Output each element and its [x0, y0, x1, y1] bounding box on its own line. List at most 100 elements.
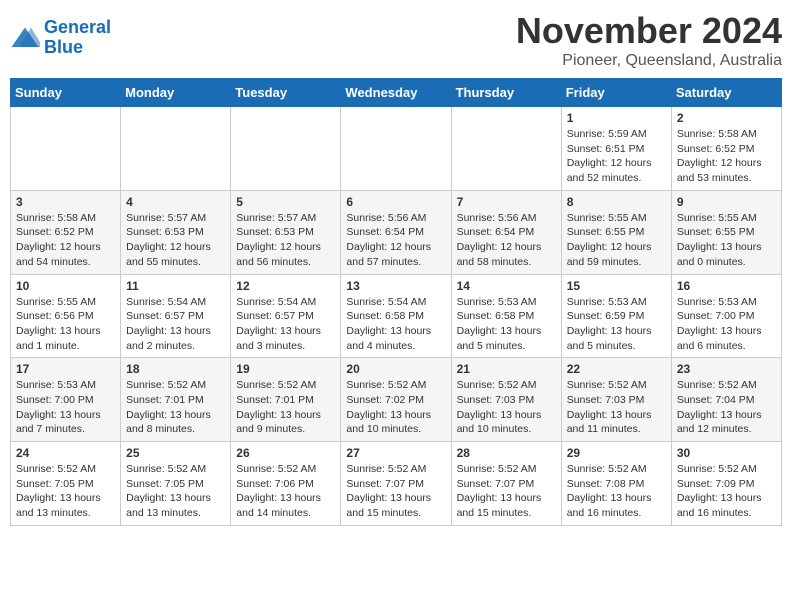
day-info: Sunrise: 5:54 AM Sunset: 6:57 PM Dayligh…	[126, 295, 225, 354]
day-number: 3	[16, 195, 115, 209]
weekday-header-sunday: Sunday	[11, 79, 121, 107]
day-number: 15	[567, 279, 666, 293]
day-info: Sunrise: 5:59 AM Sunset: 6:51 PM Dayligh…	[567, 127, 666, 186]
day-info: Sunrise: 5:52 AM Sunset: 7:05 PM Dayligh…	[126, 462, 225, 521]
calendar-cell: 16Sunrise: 5:53 AM Sunset: 7:00 PM Dayli…	[671, 274, 781, 358]
calendar-cell: 3Sunrise: 5:58 AM Sunset: 6:52 PM Daylig…	[11, 190, 121, 274]
day-number: 5	[236, 195, 335, 209]
page-header: General Blue November 2024 Pioneer, Quee…	[10, 10, 782, 70]
week-row-5: 24 Sunrise: 5:52 AM Sunset: 7:05 PM Dayli…	[11, 442, 782, 526]
calendar-cell: 6Sunrise: 5:56 AM Sunset: 6:54 PM Daylig…	[341, 190, 451, 274]
day-info: Sunrise: 5:55 AM Sunset: 6:55 PM Dayligh…	[567, 211, 666, 270]
day-number: 1	[567, 111, 666, 125]
logo-icon	[10, 26, 40, 50]
calendar-cell: 27 Sunrise: 5:52 AM Sunset: 7:07 PM Dayli…	[341, 442, 451, 526]
day-info: Sunrise: 5:53 AM Sunset: 6:58 PM Dayligh…	[457, 295, 556, 354]
day-info: Sunrise: 5:52 AM Sunset: 7:02 PM Dayligh…	[346, 378, 445, 437]
weekday-header-tuesday: Tuesday	[231, 79, 341, 107]
calendar-cell: 26 Sunrise: 5:52 AM Sunset: 7:06 PM Dayli…	[231, 442, 341, 526]
day-info: Sunrise: 5:55 AM Sunset: 6:55 PM Dayligh…	[677, 211, 776, 270]
day-number: 22	[567, 362, 666, 376]
day-number: 14	[457, 279, 556, 293]
day-info: Sunrise: 5:52 AM Sunset: 7:01 PM Dayligh…	[126, 378, 225, 437]
day-number: 24	[16, 446, 115, 460]
day-info: Sunrise: 5:52 AM Sunset: 7:03 PM Dayligh…	[567, 378, 666, 437]
day-info: Sunrise: 5:52 AM Sunset: 7:01 PM Dayligh…	[236, 378, 335, 437]
week-row-3: 10 Sunrise: 5:55 AM Sunset: 6:56 PM Dayli…	[11, 274, 782, 358]
day-info: Sunrise: 5:56 AM Sunset: 6:54 PM Dayligh…	[346, 211, 445, 270]
day-info: Sunrise: 5:54 AM Sunset: 6:57 PM Dayligh…	[236, 295, 335, 354]
calendar-table: SundayMondayTuesdayWednesdayThursdayFrid…	[10, 78, 782, 526]
day-info: Sunrise: 5:56 AM Sunset: 6:54 PM Dayligh…	[457, 211, 556, 270]
logo: General Blue	[10, 18, 111, 58]
day-info: Sunrise: 5:52 AM Sunset: 7:09 PM Dayligh…	[677, 462, 776, 521]
calendar-cell	[231, 107, 341, 191]
day-number: 18	[126, 362, 225, 376]
day-number: 11	[126, 279, 225, 293]
day-info: Sunrise: 5:52 AM Sunset: 7:07 PM Dayligh…	[457, 462, 556, 521]
day-number: 26	[236, 446, 335, 460]
calendar-cell: 28 Sunrise: 5:52 AM Sunset: 7:07 PM Dayli…	[451, 442, 561, 526]
day-number: 7	[457, 195, 556, 209]
calendar-cell: 20 Sunrise: 5:52 AM Sunset: 7:02 PM Dayli…	[341, 358, 451, 442]
calendar-cell	[341, 107, 451, 191]
day-number: 21	[457, 362, 556, 376]
day-number: 12	[236, 279, 335, 293]
week-row-1: 1 Sunrise: 5:59 AM Sunset: 6:51 PM Daylig…	[11, 107, 782, 191]
calendar-cell: 18 Sunrise: 5:52 AM Sunset: 7:01 PM Dayli…	[121, 358, 231, 442]
calendar-cell: 23 Sunrise: 5:52 AM Sunset: 7:04 PM Dayli…	[671, 358, 781, 442]
calendar-cell: 15 Sunrise: 5:53 AM Sunset: 6:59 PM Dayli…	[561, 274, 671, 358]
calendar-cell: 30Sunrise: 5:52 AM Sunset: 7:09 PM Dayli…	[671, 442, 781, 526]
calendar-cell: 17 Sunrise: 5:53 AM Sunset: 7:00 PM Dayli…	[11, 358, 121, 442]
calendar-cell: 2 Sunrise: 5:58 AM Sunset: 6:52 PM Daylig…	[671, 107, 781, 191]
calendar-cell: 25 Sunrise: 5:52 AM Sunset: 7:05 PM Dayli…	[121, 442, 231, 526]
weekday-header-monday: Monday	[121, 79, 231, 107]
day-number: 17	[16, 362, 115, 376]
day-number: 9	[677, 195, 776, 209]
calendar-cell: 21 Sunrise: 5:52 AM Sunset: 7:03 PM Dayli…	[451, 358, 561, 442]
day-number: 23	[677, 362, 776, 376]
calendar-cell: 10 Sunrise: 5:55 AM Sunset: 6:56 PM Dayli…	[11, 274, 121, 358]
calendar-cell: 9 Sunrise: 5:55 AM Sunset: 6:55 PM Daylig…	[671, 190, 781, 274]
calendar-cell: 8Sunrise: 5:55 AM Sunset: 6:55 PM Daylig…	[561, 190, 671, 274]
calendar-cell: 19 Sunrise: 5:52 AM Sunset: 7:01 PM Dayli…	[231, 358, 341, 442]
weekday-header-friday: Friday	[561, 79, 671, 107]
calendar-cell: 13 Sunrise: 5:54 AM Sunset: 6:58 PM Dayli…	[341, 274, 451, 358]
day-info: Sunrise: 5:52 AM Sunset: 7:08 PM Dayligh…	[567, 462, 666, 521]
weekday-header-saturday: Saturday	[671, 79, 781, 107]
day-info: Sunrise: 5:52 AM Sunset: 7:04 PM Dayligh…	[677, 378, 776, 437]
day-info: Sunrise: 5:55 AM Sunset: 6:56 PM Dayligh…	[16, 295, 115, 354]
week-row-4: 17 Sunrise: 5:53 AM Sunset: 7:00 PM Dayli…	[11, 358, 782, 442]
calendar-cell: 12 Sunrise: 5:54 AM Sunset: 6:57 PM Dayli…	[231, 274, 341, 358]
day-number: 4	[126, 195, 225, 209]
day-info: Sunrise: 5:52 AM Sunset: 7:03 PM Dayligh…	[457, 378, 556, 437]
day-number: 20	[346, 362, 445, 376]
day-info: Sunrise: 5:52 AM Sunset: 7:06 PM Dayligh…	[236, 462, 335, 521]
day-info: Sunrise: 5:58 AM Sunset: 6:52 PM Dayligh…	[677, 127, 776, 186]
day-number: 27	[346, 446, 445, 460]
calendar-cell: 4 Sunrise: 5:57 AM Sunset: 6:53 PM Daylig…	[121, 190, 231, 274]
location: Pioneer, Queensland, Australia	[516, 52, 782, 70]
day-number: 13	[346, 279, 445, 293]
day-info: Sunrise: 5:52 AM Sunset: 7:05 PM Dayligh…	[16, 462, 115, 521]
day-number: 28	[457, 446, 556, 460]
day-number: 19	[236, 362, 335, 376]
day-info: Sunrise: 5:53 AM Sunset: 7:00 PM Dayligh…	[16, 378, 115, 437]
calendar-cell: 22 Sunrise: 5:52 AM Sunset: 7:03 PM Dayli…	[561, 358, 671, 442]
day-info: Sunrise: 5:53 AM Sunset: 6:59 PM Dayligh…	[567, 295, 666, 354]
weekday-header-row: SundayMondayTuesdayWednesdayThursdayFrid…	[11, 79, 782, 107]
day-info: Sunrise: 5:57 AM Sunset: 6:53 PM Dayligh…	[126, 211, 225, 270]
day-number: 2	[677, 111, 776, 125]
day-number: 25	[126, 446, 225, 460]
calendar-cell: 24 Sunrise: 5:52 AM Sunset: 7:05 PM Dayli…	[11, 442, 121, 526]
day-info: Sunrise: 5:52 AM Sunset: 7:07 PM Dayligh…	[346, 462, 445, 521]
day-number: 10	[16, 279, 115, 293]
day-info: Sunrise: 5:53 AM Sunset: 7:00 PM Dayligh…	[677, 295, 776, 354]
title-block: November 2024 Pioneer, Queensland, Austr…	[516, 10, 782, 70]
calendar-cell	[11, 107, 121, 191]
day-info: Sunrise: 5:54 AM Sunset: 6:58 PM Dayligh…	[346, 295, 445, 354]
logo-text: General Blue	[44, 18, 111, 58]
day-info: Sunrise: 5:57 AM Sunset: 6:53 PM Dayligh…	[236, 211, 335, 270]
weekday-header-wednesday: Wednesday	[341, 79, 451, 107]
month-title: November 2024	[516, 10, 782, 52]
